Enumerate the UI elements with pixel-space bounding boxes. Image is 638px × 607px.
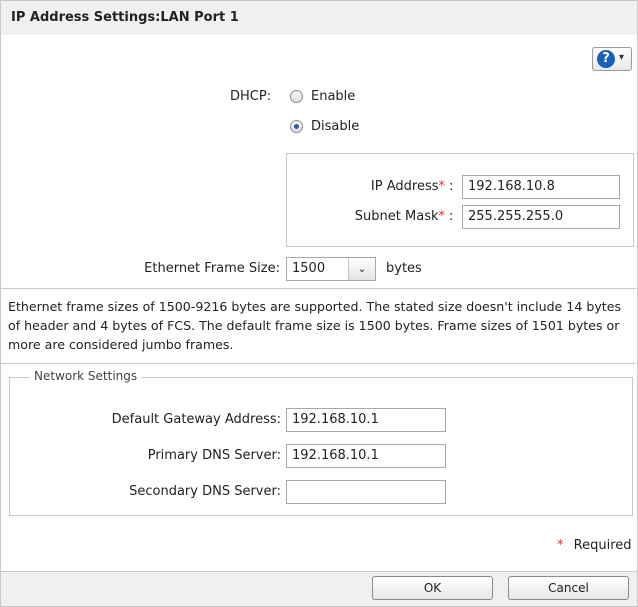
chevron-down-icon: ▾ <box>619 52 625 63</box>
subnet-mask-label: Subnet Mask* <box>354 209 446 224</box>
ip-settings-group <box>286 153 634 247</box>
frame-size-value: 1500 <box>292 261 326 276</box>
network-settings-legend: Network Settings <box>30 369 142 383</box>
description-text: Ethernet frame sizes of 1500-9216 bytes … <box>8 299 622 352</box>
dialog-title: IP Address Settings:LAN Port 1 <box>11 10 239 25</box>
dhcp-enable-label[interactable]: Enable <box>311 89 355 104</box>
secondary-dns-input[interactable] <box>286 480 446 504</box>
required-asterisk: * <box>557 538 564 553</box>
subnet-mask-colon: : <box>449 209 454 224</box>
dhcp-label: DHCP: <box>230 89 272 104</box>
chevron-down-icon[interactable]: ⌄ <box>348 258 375 280</box>
subnet-mask-input[interactable]: 255.255.255.0 <box>462 205 620 229</box>
frame-size-unit: bytes <box>386 261 422 276</box>
help-button[interactable]: ? ▾ <box>592 47 632 71</box>
dhcp-disable-radio[interactable] <box>290 120 303 133</box>
primary-dns-input[interactable]: 192.168.10.1 <box>286 444 446 468</box>
required-text: Required <box>573 538 632 553</box>
required-asterisk: * <box>438 209 446 224</box>
required-note: * Required <box>557 538 632 553</box>
frame-size-label: Ethernet Frame Size: <box>144 261 280 276</box>
dialog-title-bar: IP Address Settings:LAN Port 1 <box>0 0 638 36</box>
question-icon: ? <box>597 50 615 68</box>
required-asterisk: * <box>438 179 446 194</box>
primary-dns-label: Primary DNS Server: <box>147 448 281 463</box>
ok-button[interactable]: OK <box>372 576 493 600</box>
ip-address-colon: : <box>449 179 454 194</box>
ip-address-input[interactable]: 192.168.10.8 <box>462 175 620 199</box>
dhcp-disable-label[interactable]: Disable <box>311 119 359 134</box>
gateway-label: Default Gateway Address: <box>111 412 281 427</box>
cancel-button[interactable]: Cancel <box>508 576 629 600</box>
secondary-dns-label: Secondary DNS Server: <box>129 484 281 499</box>
dhcp-enable-radio[interactable] <box>290 90 303 103</box>
frame-size-select[interactable]: 1500 ⌄ <box>286 257 376 281</box>
gateway-input[interactable]: 192.168.10.1 <box>286 408 446 432</box>
frame-size-description: Ethernet frame sizes of 1500-9216 bytes … <box>0 288 636 364</box>
ip-address-label: IP Address* <box>370 179 446 194</box>
